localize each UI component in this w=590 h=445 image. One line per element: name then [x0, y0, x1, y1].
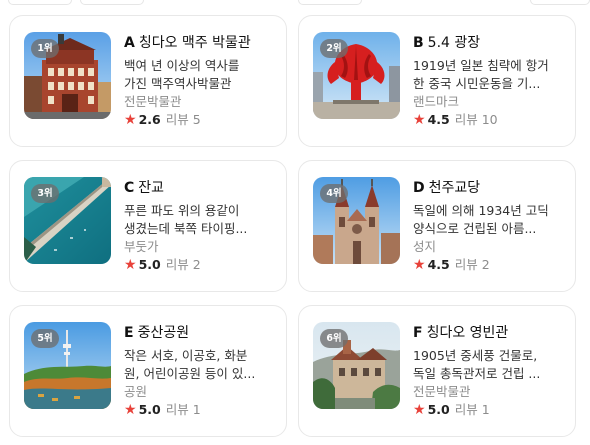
- cathedral-photo[interactable]: 4위: [313, 177, 400, 264]
- place-letter: D: [413, 180, 425, 196]
- description-line: 독일에 의해 1934년 고딕: [413, 203, 549, 218]
- park-tower-photo[interactable]: 5위: [24, 322, 111, 409]
- place-category: 부둣가: [124, 239, 159, 254]
- place-grid: 1위 A 칭다오 맥주 박물관 백여 년 이상의 역사를 가진 맥주역사박물관 전…: [0, 0, 590, 445]
- description-line: 독일 총독관저로 건립 ...: [413, 366, 541, 381]
- place-category: 랜드마크: [413, 94, 460, 109]
- pier-photo[interactable]: 3위: [24, 177, 111, 264]
- place-letter: C: [124, 180, 135, 196]
- place-card[interactable]: 2위 B 5.4 광장 1919년 일본 침략에 항거 한 중국 시민운동을 기.…: [298, 15, 576, 147]
- place-category: 전문박물관: [413, 384, 471, 399]
- place-card[interactable]: 3위 C 잔교 푸른 파도 위의 용같이 생겼는데 북쪽 타이핑... 부둣가 ★…: [9, 160, 287, 292]
- place-description: 1919년 일본 침략에 항거 한 중국 시민운동을 기...: [413, 57, 563, 93]
- place-name: 칭다오 맥주 박물관: [138, 35, 251, 51]
- place-description: 작은 서호, 이공호, 화분 원, 어린이공원 등이 있...: [124, 347, 274, 383]
- may-fourth-square-photo[interactable]: 2위: [313, 32, 400, 119]
- review-label: 리뷰: [454, 257, 478, 272]
- place-description: 푸른 파도 위의 용같이 생겼는데 북쪽 타이핑...: [124, 202, 274, 238]
- rank-badge: 3위: [31, 184, 59, 203]
- rank-badge: 5위: [31, 329, 59, 348]
- review-count: 5: [192, 112, 201, 127]
- place-card[interactable]: 5위 E 중산공원 작은 서호, 이공호, 화분 원, 어린이공원 등이 있...…: [9, 305, 287, 437]
- star-icon: ★: [413, 112, 426, 128]
- star-icon: ★: [124, 112, 137, 128]
- place-letter: A: [124, 35, 135, 51]
- place-name: 5.4 광장: [427, 35, 481, 51]
- description-line: 가진 맥주역사박물관: [124, 76, 232, 91]
- description-line: 작은 서호, 이공호, 화분: [124, 348, 248, 363]
- description-line: 생겼는데 북쪽 타이핑...: [124, 221, 248, 236]
- review-count: 10: [481, 112, 498, 127]
- place-rating: ★ 2.6 리뷰 5: [124, 111, 274, 129]
- place-rating: ★ 4.5 리뷰 10: [413, 111, 563, 129]
- place-card[interactable]: 1위 A 칭다오 맥주 박물관 백여 년 이상의 역사를 가진 맥주역사박물관 전…: [9, 15, 287, 147]
- beer-museum-photo[interactable]: 1위: [24, 32, 111, 119]
- description-line: 백여 년 이상의 역사를: [124, 58, 240, 73]
- rank-badge: 1위: [31, 39, 59, 58]
- rating-score: 4.5: [427, 112, 450, 127]
- star-icon: ★: [413, 402, 426, 418]
- place-title[interactable]: F 칭다오 영빈관: [413, 324, 563, 343]
- place-description: 백여 년 이상의 역사를 가진 맥주역사박물관: [124, 57, 274, 93]
- review-label: 리뷰: [454, 402, 478, 417]
- rating-score: 5.0: [427, 402, 450, 417]
- place-rating: ★ 4.5 리뷰 2: [413, 256, 563, 274]
- place-rating: ★ 5.0 리뷰 2: [124, 256, 274, 274]
- place-title[interactable]: A 칭다오 맥주 박물관: [124, 34, 274, 53]
- place-category: 전문박물관: [124, 94, 182, 109]
- place-name: 잔교: [138, 180, 165, 196]
- guesthouse-photo[interactable]: 6위: [313, 322, 400, 409]
- star-icon: ★: [413, 257, 426, 273]
- place-letter: E: [124, 325, 134, 341]
- place-card[interactable]: 6위 F 칭다오 영빈관 1905년 중세풍 건물로, 독일 총독관저로 건립 .…: [298, 305, 576, 437]
- review-count: 1: [192, 402, 201, 417]
- rank-badge: 6위: [320, 329, 348, 348]
- place-name: 천주교당: [428, 180, 481, 196]
- star-icon: ★: [124, 402, 137, 418]
- review-label: 리뷰: [165, 257, 189, 272]
- place-letter: F: [413, 325, 423, 341]
- rating-score: 5.0: [138, 402, 161, 417]
- place-description: 독일에 의해 1934년 고딕 양식으로 건립된 아름...: [413, 202, 563, 238]
- rating-score: 5.0: [138, 257, 161, 272]
- review-label: 리뷰: [165, 112, 189, 127]
- place-title[interactable]: D 천주교당: [413, 179, 563, 198]
- place-title[interactable]: B 5.4 광장: [413, 34, 563, 53]
- review-count: 2: [192, 257, 201, 272]
- place-letter: B: [413, 35, 424, 51]
- place-category: 성지: [413, 239, 437, 254]
- review-count: 2: [481, 257, 490, 272]
- place-name: 칭다오 영빈관: [426, 325, 509, 341]
- place-card[interactable]: 4위 D 천주교당 독일에 의해 1934년 고딕 양식으로 건립된 아름... …: [298, 160, 576, 292]
- place-title[interactable]: C 잔교: [124, 179, 274, 198]
- description-line: 양식으로 건립된 아름...: [413, 221, 537, 236]
- star-icon: ★: [124, 257, 137, 273]
- description-line: 한 중국 시민운동을 기...: [413, 76, 541, 91]
- review-label: 리뷰: [165, 402, 189, 417]
- place-category: 공원: [124, 384, 148, 399]
- place-name: 중산공원: [137, 325, 190, 341]
- place-rating: ★ 5.0 리뷰 1: [124, 401, 274, 419]
- review-count: 1: [481, 402, 490, 417]
- place-description: 1905년 중세풍 건물로, 독일 총독관저로 건립 ...: [413, 347, 563, 383]
- description-line: 1905년 중세풍 건물로,: [413, 348, 538, 363]
- description-line: 1919년 일본 침략에 항거: [413, 58, 549, 73]
- description-line: 푸른 파도 위의 용같이: [124, 203, 240, 218]
- review-label: 리뷰: [454, 112, 478, 127]
- rank-badge: 4위: [320, 184, 348, 203]
- rating-score: 2.6: [138, 112, 161, 127]
- rating-score: 4.5: [427, 257, 450, 272]
- place-rating: ★ 5.0 리뷰 1: [413, 401, 563, 419]
- rank-badge: 2위: [320, 39, 348, 58]
- place-title[interactable]: E 중산공원: [124, 324, 274, 343]
- description-line: 원, 어린이공원 등이 있...: [124, 366, 256, 381]
